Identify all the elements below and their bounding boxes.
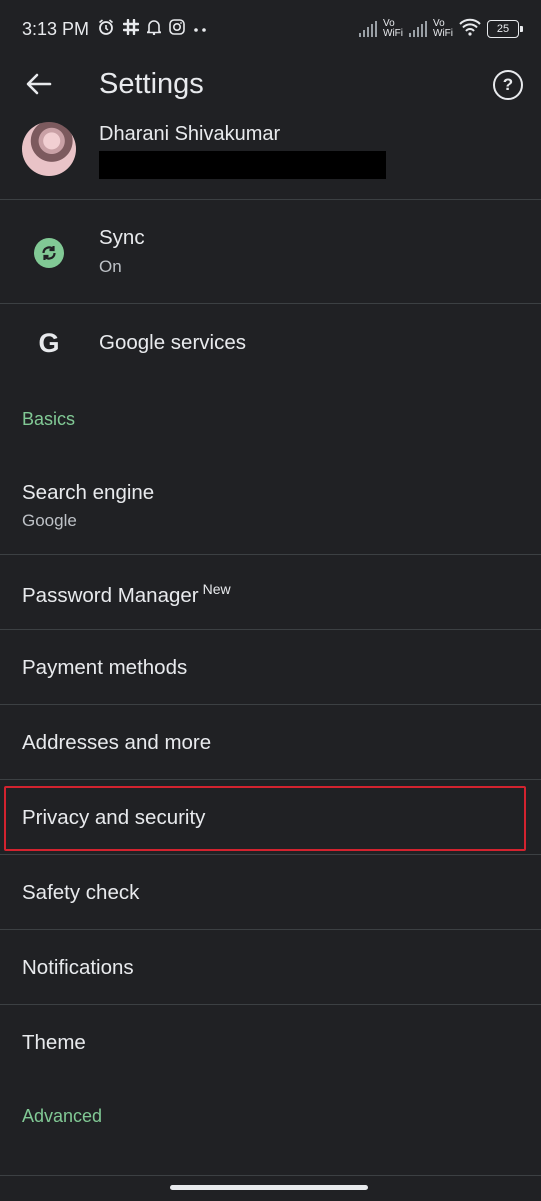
status-bar: 3:13 PM Vo WiFi Vo WiFi 25	[0, 0, 541, 58]
wifi-icon	[459, 18, 481, 41]
google-services-title: Google services	[99, 331, 246, 354]
status-time: 3:13 PM	[22, 18, 90, 39]
slack-icon	[122, 18, 140, 40]
sync-row[interactable]: Sync On	[0, 200, 541, 304]
google-g-icon: G	[38, 328, 60, 358]
instagram-icon	[169, 18, 185, 40]
page-title: Settings	[99, 68, 204, 100]
arrow-left-icon	[26, 73, 52, 100]
theme-row[interactable]: Theme	[0, 1005, 541, 1080]
search-engine-value: Google	[22, 511, 77, 530]
payment-methods-row[interactable]: Payment methods	[0, 630, 541, 705]
avatar	[22, 122, 76, 176]
account-email-redacted	[99, 151, 386, 179]
help-circle-icon: ?	[502, 75, 514, 94]
account-name: Dharani Shivakumar	[99, 123, 281, 145]
status-right: Vo WiFi Vo WiFi 25	[359, 18, 523, 41]
privacy-security-title: Privacy and security	[22, 806, 206, 829]
password-manager-row[interactable]: Password Manager New	[0, 555, 541, 630]
payment-methods-title: Payment methods	[22, 656, 188, 679]
password-manager-title: Password Manager New	[22, 581, 231, 607]
addresses-title: Addresses and more	[22, 731, 212, 754]
search-engine-row[interactable]: Search engine Google	[0, 455, 541, 555]
safety-check-title: Safety check	[22, 881, 140, 904]
help-button[interactable]: ?	[493, 70, 523, 100]
vowifi-label: Vo WiFi	[383, 18, 403, 39]
google-services-row[interactable]: G Google services	[0, 304, 541, 384]
theme-title: Theme	[22, 1031, 86, 1054]
app-bar: Settings ?	[0, 58, 541, 114]
search-engine-title: Search engine	[22, 481, 155, 504]
signal-icon	[359, 21, 377, 37]
account-row[interactable]: Dharani Shivakumar	[0, 114, 541, 200]
privacy-security-row[interactable]: Privacy and security	[0, 780, 541, 855]
notifications-row[interactable]: Notifications	[0, 930, 541, 1005]
back-button[interactable]	[22, 70, 56, 102]
sync-title: Sync	[99, 226, 145, 249]
battery-icon: 25	[487, 20, 523, 38]
addresses-row[interactable]: Addresses and more	[0, 705, 541, 780]
home-indicator[interactable]	[170, 1185, 368, 1190]
sync-icon	[34, 238, 64, 268]
vowifi-label: Vo WiFi	[433, 18, 453, 39]
section-header-advanced: Advanced	[22, 1106, 103, 1126]
signal-icon	[409, 21, 427, 37]
bell-icon	[145, 19, 163, 40]
safety-check-row[interactable]: Safety check	[0, 855, 541, 930]
new-badge: New	[202, 581, 231, 597]
notifications-title: Notifications	[22, 956, 134, 979]
alarm-icon	[97, 18, 115, 41]
section-header-basics: Basics	[22, 409, 76, 429]
more-dots-icon	[193, 20, 207, 38]
sync-status: On	[99, 257, 122, 276]
